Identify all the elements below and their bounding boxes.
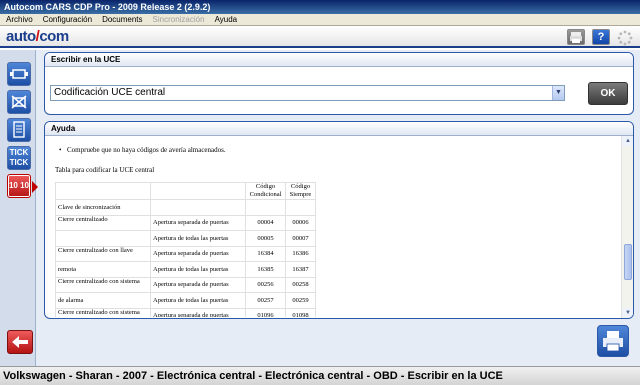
table-row: Cierre centralizado con llave Apertura s… bbox=[55, 245, 316, 262]
menu-bar: Archivo Configuración Documents Sincroni… bbox=[0, 14, 640, 26]
header-siempre: Código Siempre bbox=[285, 182, 316, 200]
scroll-thumb[interactable] bbox=[624, 244, 632, 280]
header-condicional: Código Condicional bbox=[245, 182, 286, 200]
sidebar-item-document[interactable] bbox=[7, 118, 31, 142]
sidebar: TICK TICK 10 10 bbox=[0, 50, 36, 366]
toolbar-print-button[interactable] bbox=[567, 29, 585, 45]
document-icon bbox=[13, 121, 25, 138]
brand-bar: auto/com ? bbox=[0, 26, 640, 48]
coding-select[interactable]: Codificación UCE central ▼ bbox=[50, 85, 565, 101]
scroll-up-icon[interactable]: ▲ bbox=[622, 136, 633, 146]
coding-select-value: Codificación UCE central bbox=[54, 87, 166, 98]
back-arrow-icon bbox=[12, 336, 28, 348]
help-icon: ? bbox=[597, 31, 605, 43]
print-button[interactable] bbox=[597, 325, 629, 357]
write-panel-title: Escribir en la UCE bbox=[45, 53, 633, 67]
menu-archivo[interactable]: Archivo bbox=[6, 14, 33, 25]
menu-documents[interactable]: Documents bbox=[102, 14, 142, 25]
window-title-bar: Autocom CARS CDP Pro - 2009 Release 2 (2… bbox=[0, 0, 640, 14]
back-button[interactable] bbox=[7, 330, 33, 354]
engine-diagnostic-icon bbox=[10, 69, 28, 79]
table-row: Cierre centralizado con sistema Apertura… bbox=[55, 276, 316, 293]
printer-icon bbox=[603, 331, 623, 352]
sidebar-item-write-ecu[interactable]: 10 10 bbox=[7, 174, 31, 198]
help-scrollbar[interactable]: ▲ ▼ bbox=[621, 136, 633, 318]
fault-codes-icon bbox=[11, 95, 27, 109]
sync-row: Clave de sincronización bbox=[55, 199, 316, 216]
autocom-logo: auto/com bbox=[6, 28, 69, 45]
table-title: Tabla para codificar la UCE central bbox=[55, 166, 155, 174]
active-item-indicator bbox=[32, 181, 38, 193]
sidebar-item-fault-codes[interactable] bbox=[7, 90, 31, 114]
help-content: Compruebe que no haya códigos de avería … bbox=[45, 136, 621, 317]
ok-button[interactable]: OK bbox=[588, 82, 628, 105]
help-panel: Ayuda Compruebe que no haya códigos de a… bbox=[44, 121, 634, 319]
status-text: Volkswagen - Sharan - 2007 - Electrónica… bbox=[3, 370, 503, 382]
help-bullet: Compruebe que no haya códigos de avería … bbox=[59, 146, 226, 154]
help-panel-title: Ayuda bbox=[45, 122, 633, 136]
table-row: Apertura de todas las puertas 00005 0000… bbox=[55, 230, 316, 247]
printer-icon bbox=[570, 32, 582, 43]
write-ecu-panel: Escribir en la UCE Codificación UCE cent… bbox=[44, 52, 634, 115]
coding-table: Código Condicional Código Siempre Clave … bbox=[55, 182, 316, 317]
status-bar: Volkswagen - Sharan - 2007 - Electrónica… bbox=[0, 366, 640, 385]
sync-label: Clave de sincronización bbox=[55, 199, 151, 216]
write-ecu-icon: 10 10 bbox=[8, 181, 30, 190]
table-row: Cierre centralizado Apertura separada de… bbox=[55, 214, 316, 231]
sidebar-item-engine[interactable] bbox=[7, 62, 31, 86]
table-row: de alarma Apertura de todas las puertas … bbox=[55, 292, 316, 309]
window-title: Autocom CARS CDP Pro - 2009 Release 2 (2… bbox=[4, 2, 211, 12]
loading-icon bbox=[617, 30, 633, 46]
tick-tick-icon: TICK TICK bbox=[9, 148, 29, 167]
table-row: remota Apertura de todas las puertas 163… bbox=[55, 261, 316, 278]
table-row: Cierre centralizado con sistema Apertura… bbox=[55, 307, 316, 317]
sidebar-item-tick-tick[interactable]: TICK TICK bbox=[7, 146, 31, 170]
menu-ayuda[interactable]: Ayuda bbox=[215, 14, 238, 25]
chevron-down-icon[interactable]: ▼ bbox=[552, 86, 564, 100]
scroll-down-icon[interactable]: ▼ bbox=[622, 308, 633, 318]
menu-sincronizacion: Sincronización bbox=[152, 15, 205, 24]
table-header-row: Código Condicional Código Siempre bbox=[55, 182, 316, 200]
help-button[interactable]: ? bbox=[592, 29, 610, 45]
menu-configuracion[interactable]: Configuración bbox=[43, 14, 92, 25]
